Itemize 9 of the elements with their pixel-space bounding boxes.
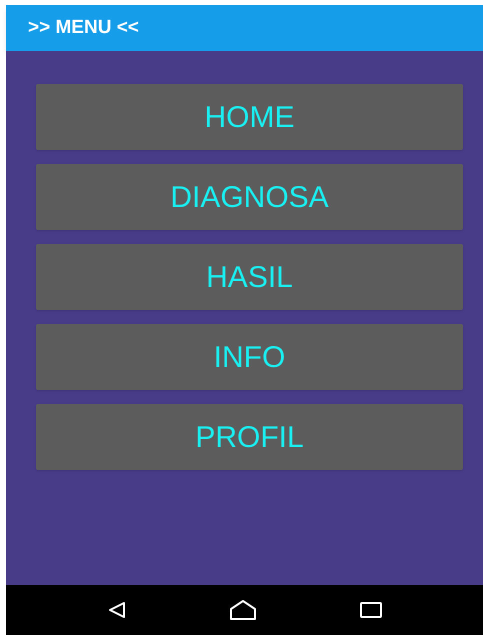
menu-button[interactable]: HASIL (36, 244, 463, 310)
recent-apps-icon[interactable] (360, 601, 382, 619)
home-icon[interactable] (228, 599, 256, 621)
menu-button[interactable]: INFO (36, 324, 463, 390)
menu-button[interactable]: HOME (36, 84, 463, 150)
back-icon[interactable] (108, 601, 126, 619)
menu-button[interactable]: DIAGNOSA (36, 164, 463, 230)
menu-button[interactable]: PROFIL (36, 404, 463, 470)
app-title: >> MENU << (28, 16, 139, 40)
